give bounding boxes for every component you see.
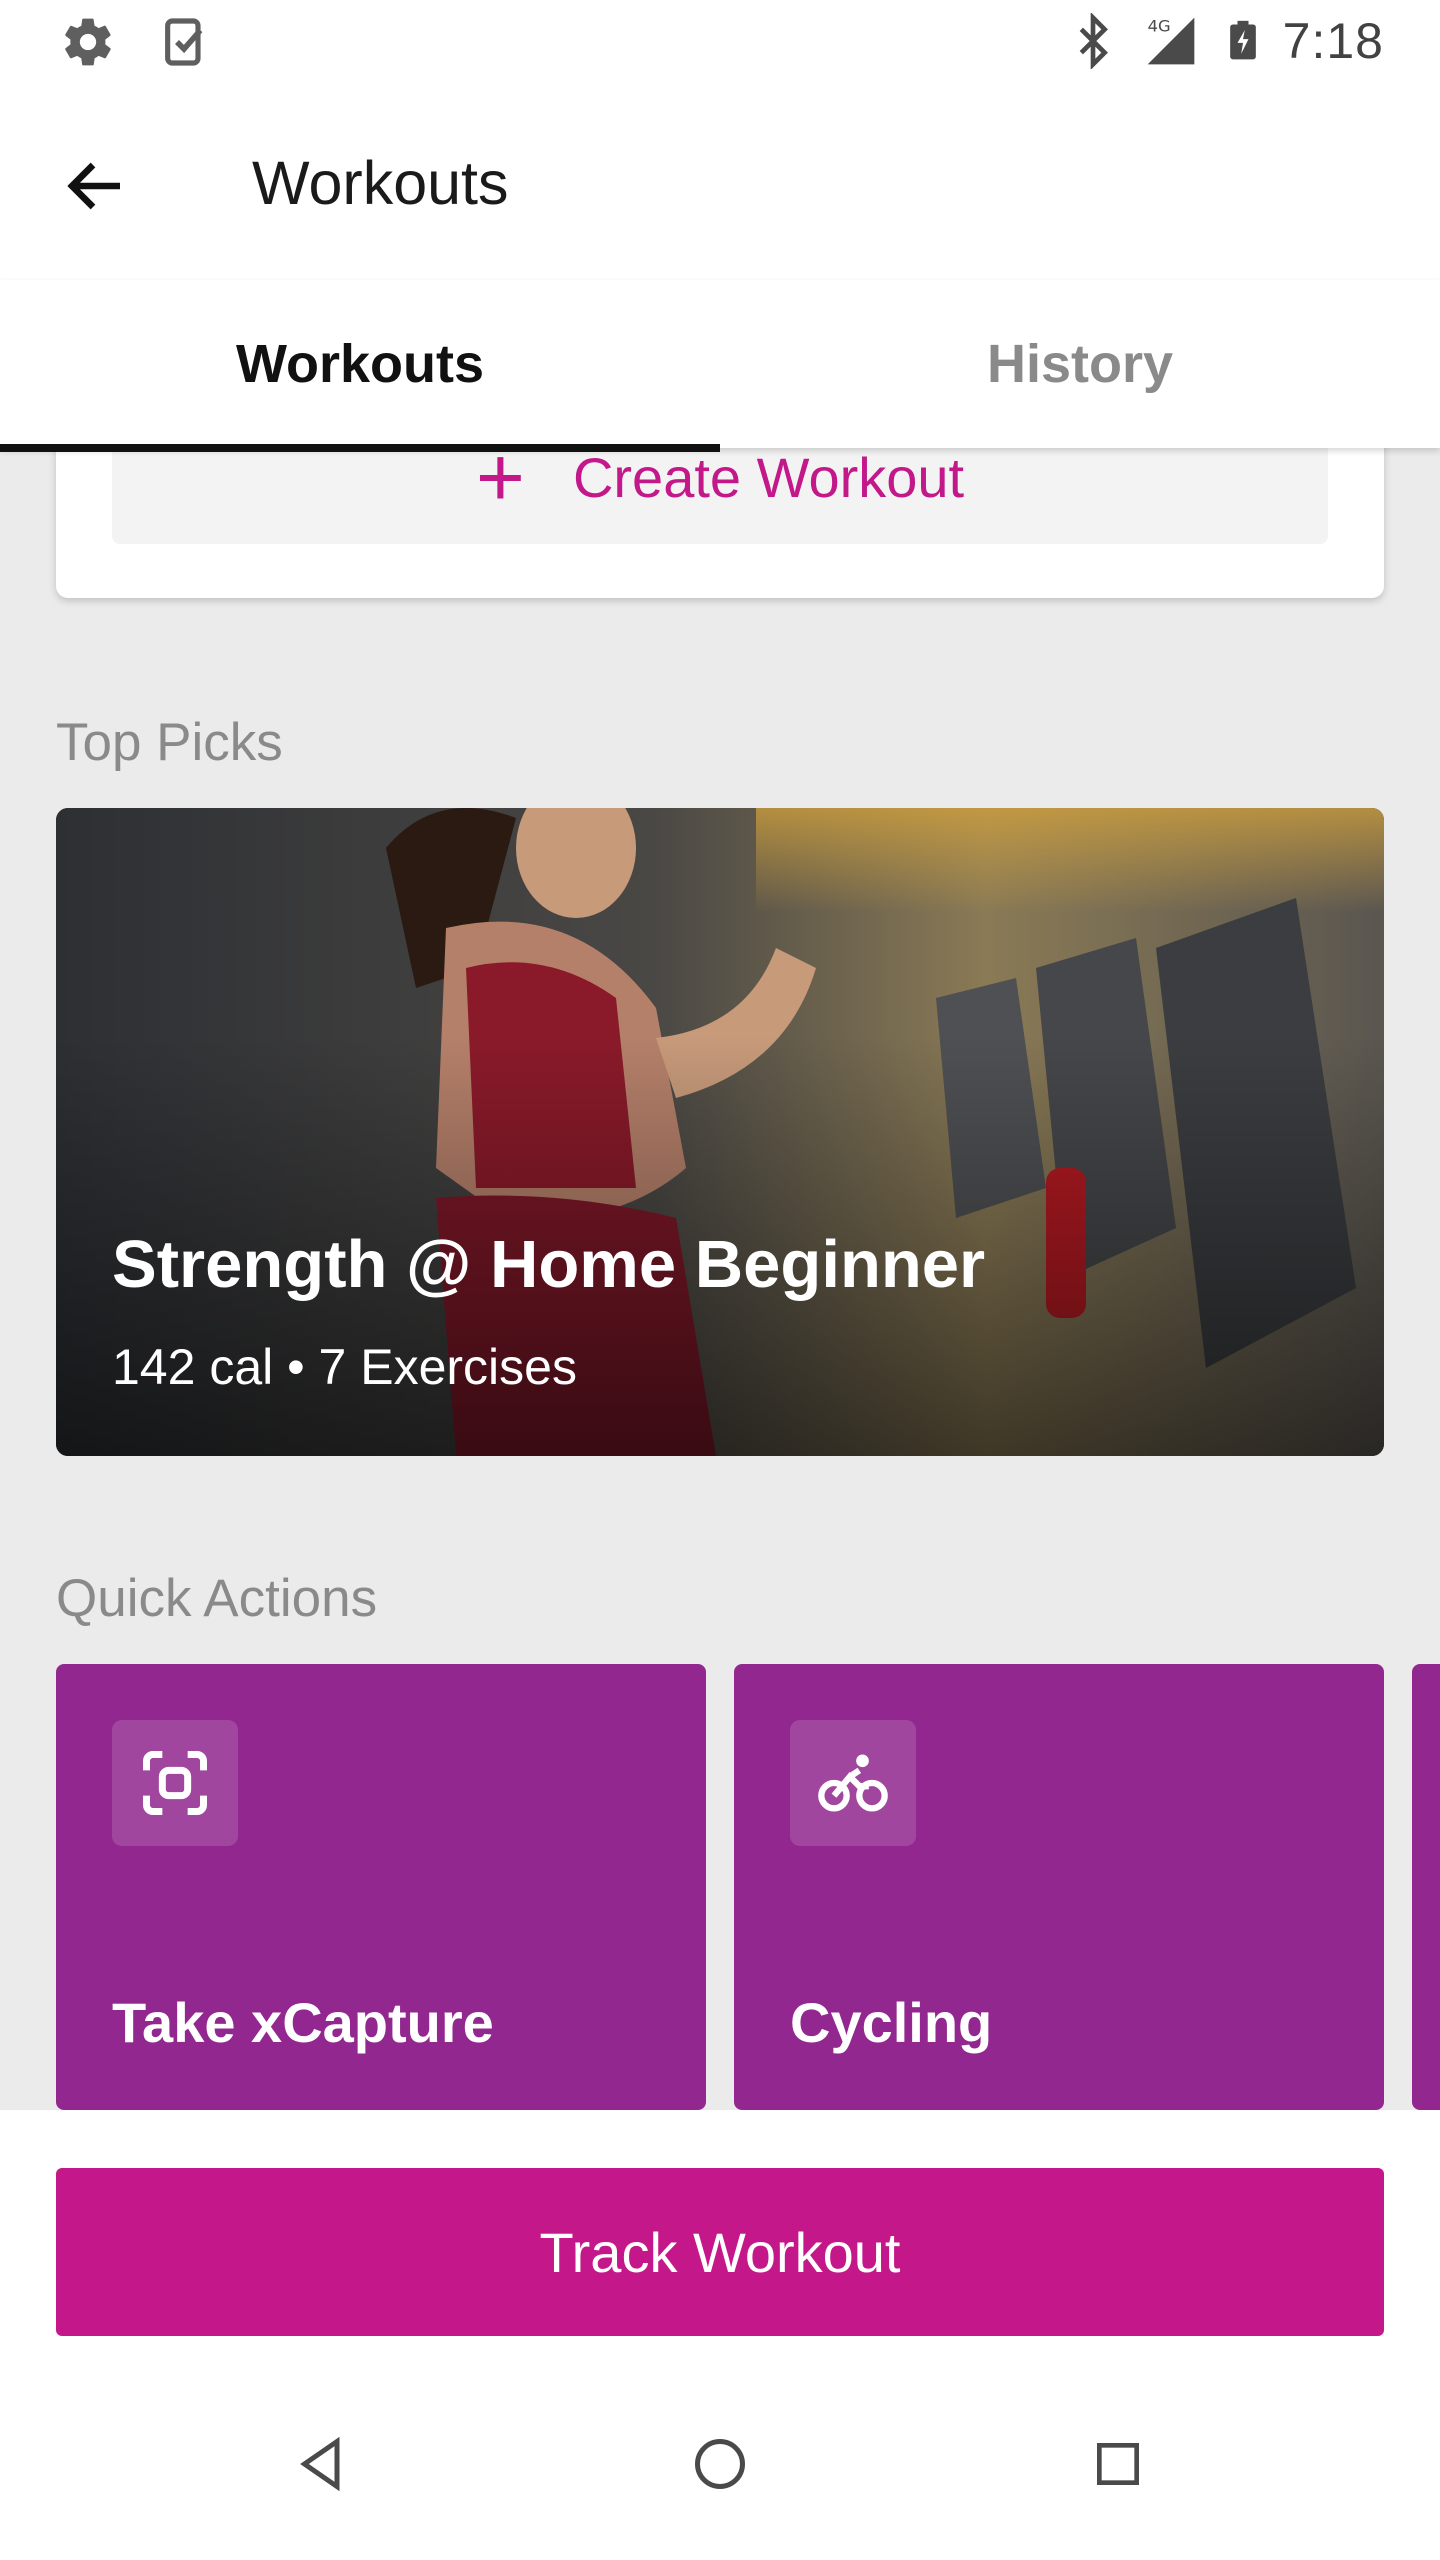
top-pick-title: Strength @ Home Beginner <box>112 1227 986 1302</box>
tab-active-indicator <box>0 444 720 452</box>
task-check-icon <box>165 18 203 66</box>
app-bar: Workouts <box>0 84 1440 280</box>
tab-workouts[interactable]: Workouts <box>0 280 720 448</box>
track-workout-button[interactable]: Track Workout <box>56 2168 1384 2336</box>
quick-action-next-peek[interactable] <box>1412 1664 1440 2110</box>
bluetooth-icon <box>1079 13 1108 69</box>
top-pick-subtitle: 142 cal • 7 Exercises <box>112 1339 577 1395</box>
top-picks-heading: Top Picks <box>56 713 283 772</box>
page-title: Workouts <box>252 149 509 217</box>
nav-home-button[interactable] <box>670 2414 770 2514</box>
nav-back-icon <box>300 2436 340 2492</box>
quick-action-label: Cycling <box>790 1991 993 2054</box>
bottom-panel: Track Workout <box>0 2110 1440 2560</box>
nav-recents-button[interactable] <box>1068 2414 1168 2514</box>
icon-container <box>790 1720 916 1846</box>
icon-container <box>112 1720 238 1846</box>
quick-action-label: Take xCapture <box>112 1991 494 2054</box>
battery-charging-icon <box>1229 20 1256 60</box>
top-pick-card[interactable]: Strength @ Home Beginner 142 cal • 7 Exe… <box>56 808 1384 1456</box>
status-bar: 4G 7:18 <box>0 0 1440 84</box>
back-button[interactable] <box>56 146 136 226</box>
network-type-label: 4G <box>1147 17 1170 36</box>
status-time: 7:18 <box>1282 13 1384 69</box>
tab-bar: Workouts History <box>0 280 1440 452</box>
nav-recents-icon <box>1097 2443 1139 2485</box>
capture-frame-icon <box>143 1751 207 1815</box>
cycling-icon <box>818 1754 888 1812</box>
quick-actions-heading: Quick Actions <box>56 1569 378 1628</box>
arrow-back-icon <box>67 162 120 210</box>
tab-history[interactable]: History <box>720 280 1440 448</box>
system-nav-bar <box>0 2374 1440 2560</box>
nav-back-button[interactable] <box>272 2414 372 2514</box>
quick-action-take-xcapture[interactable]: Take xCapture <box>56 1664 706 2110</box>
create-workout-label: Create Workout <box>572 445 965 509</box>
nav-home-icon <box>695 2439 745 2489</box>
quick-action-cycling[interactable]: Cycling <box>734 1664 1384 2110</box>
signal-icon: 4G <box>1147 17 1195 65</box>
settings-icon <box>65 18 111 66</box>
quick-actions-row: Take xCapture Cycling <box>56 1664 1440 2110</box>
